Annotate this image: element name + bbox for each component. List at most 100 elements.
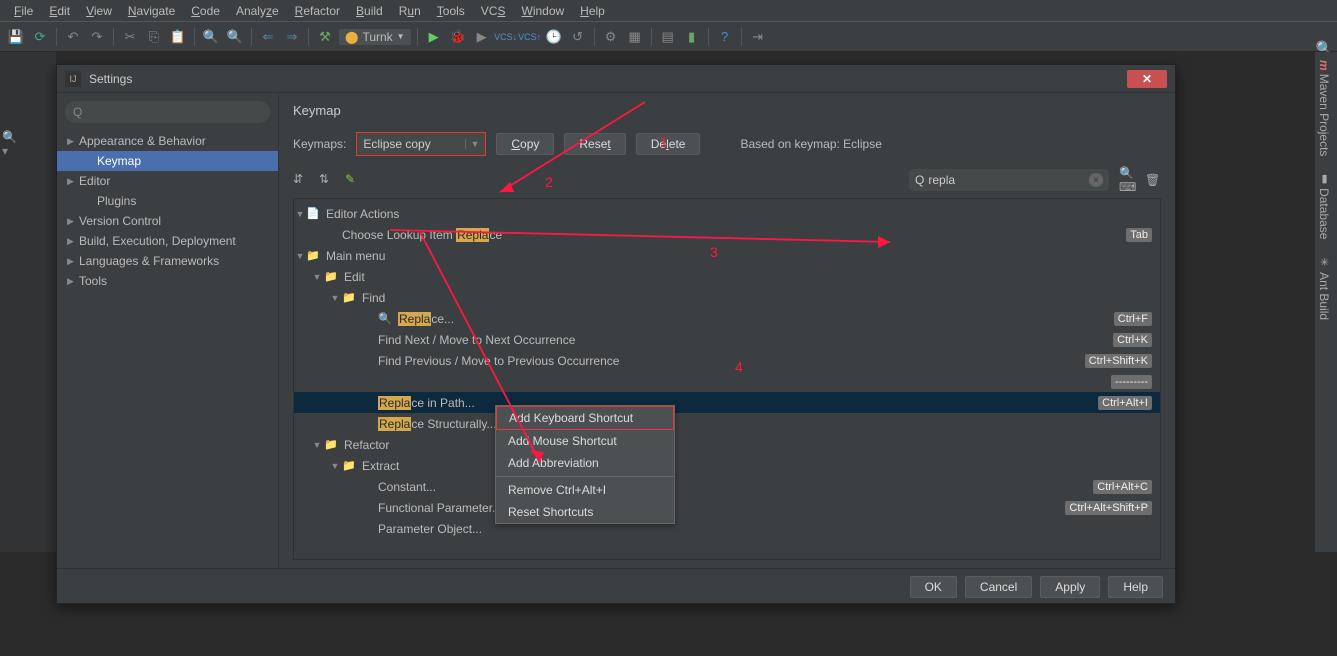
menu-edit[interactable]: Edit bbox=[41, 4, 78, 18]
tree-row[interactable]: Choose Lookup Item ReplaceTab bbox=[294, 224, 1160, 245]
update-icon[interactable]: VCS↓ bbox=[496, 27, 516, 47]
menu-navigate[interactable]: Navigate bbox=[120, 4, 183, 18]
sidebar-search[interactable]: Q bbox=[65, 101, 270, 123]
page-heading: Keymap bbox=[279, 93, 1175, 126]
menu-code[interactable]: Code bbox=[183, 4, 228, 18]
run-icon[interactable]: ▶ bbox=[424, 27, 444, 47]
based-on-label: Based on keymap: Eclipse bbox=[740, 137, 881, 151]
sidebar-item[interactable]: ▶Version Control bbox=[57, 211, 278, 231]
tree-row[interactable]: Find Previous / Move to Previous Occurre… bbox=[294, 350, 1160, 371]
collapse-icon[interactable]: ⇅ bbox=[319, 172, 335, 188]
menu-window[interactable]: Window bbox=[513, 4, 572, 18]
ctx-reset[interactable]: Reset Shortcuts bbox=[496, 501, 674, 523]
side-search-icon[interactable]: 🔍▾ bbox=[2, 130, 22, 150]
menu-help[interactable]: Help bbox=[572, 4, 613, 18]
tree-row[interactable]: Find Next / Move to Next OccurrenceCtrl+… bbox=[294, 329, 1160, 350]
delete-button[interactable]: Delete bbox=[636, 133, 701, 155]
copy-icon[interactable]: ⎘ bbox=[144, 27, 164, 47]
history-icon[interactable]: 🕒 bbox=[544, 27, 564, 47]
save-icon[interactable]: 💾 bbox=[6, 27, 26, 47]
run-config-selector[interactable]: ⬤Turnk▼ bbox=[339, 29, 411, 45]
tree-row[interactable]: ▼📄Editor Actions bbox=[294, 203, 1160, 224]
sdk-icon[interactable]: ▤ bbox=[658, 27, 678, 47]
tree-row[interactable]: ▼📁Main menu bbox=[294, 245, 1160, 266]
menu-file[interactable]: File bbox=[6, 4, 41, 18]
undo-icon[interactable]: ↶ bbox=[63, 27, 83, 47]
keymaps-value: Eclipse copy bbox=[363, 137, 430, 151]
paste-icon[interactable]: 📋 bbox=[168, 27, 188, 47]
sync-icon[interactable]: ⟳ bbox=[30, 27, 50, 47]
tab-database[interactable]: ▮ Database bbox=[1315, 164, 1333, 247]
dialog-titlebar: IJ Settings ✕ bbox=[57, 65, 1175, 93]
tree-row[interactable]: Replace in Path...Ctrl+Alt+I bbox=[294, 392, 1160, 413]
expand-icon[interactable]: ⇵ bbox=[293, 172, 309, 188]
tree-row[interactable]: --------- bbox=[294, 371, 1160, 392]
find-by-shortcut-icon[interactable]: 🔍⌨ bbox=[1119, 166, 1135, 194]
help-button[interactable]: Help bbox=[1108, 576, 1163, 598]
reset-button[interactable]: Reset bbox=[564, 133, 625, 155]
sidebar-item[interactable]: ▶Languages & Frameworks bbox=[57, 251, 278, 271]
apply-button[interactable]: Apply bbox=[1040, 576, 1100, 598]
find-icon[interactable]: 🔍 bbox=[201, 27, 221, 47]
menu-tools[interactable]: Tools bbox=[429, 4, 473, 18]
menu-analyze[interactable]: Analyze bbox=[228, 4, 287, 18]
sidebar-item[interactable]: ▶Appearance & Behavior bbox=[57, 131, 278, 151]
android-icon[interactable]: ▮ bbox=[682, 27, 702, 47]
structure-icon[interactable]: ▦ bbox=[625, 27, 645, 47]
action-search-input[interactable]: Q repla × bbox=[909, 169, 1109, 191]
edit-icon[interactable]: ✎ bbox=[345, 172, 361, 188]
right-tool-rail: m Maven Projects ▮ Database ✳ Ant Build bbox=[1315, 52, 1337, 552]
build-icon[interactable]: ⚒ bbox=[315, 27, 335, 47]
extra-icon[interactable]: ⇥ bbox=[748, 27, 768, 47]
search-icon: Q bbox=[915, 173, 924, 187]
keymaps-combo[interactable]: Eclipse copy ▼ bbox=[356, 132, 486, 156]
tree-row[interactable]: Replace Structurally... bbox=[294, 413, 1160, 434]
search-value: repla bbox=[928, 173, 955, 187]
ctx-add-keyboard[interactable]: Add Keyboard Shortcut bbox=[496, 406, 674, 430]
keymap-tree[interactable]: ▼📄Editor ActionsChoose Lookup Item Repla… bbox=[293, 198, 1161, 560]
menu-bar: File Edit View Navigate Code Analyze Ref… bbox=[0, 0, 1337, 22]
menu-build[interactable]: Build bbox=[348, 4, 391, 18]
sidebar-item[interactable]: ▶Build, Execution, Deployment bbox=[57, 231, 278, 251]
commit-icon[interactable]: VCS↑ bbox=[520, 27, 540, 47]
dialog-title: Settings bbox=[89, 72, 1127, 86]
app-icon: IJ bbox=[65, 71, 81, 87]
coverage-icon[interactable]: ▶ bbox=[472, 27, 492, 47]
settings-icon[interactable]: ⚙ bbox=[601, 27, 621, 47]
trash-icon[interactable]: 🗑 bbox=[1145, 173, 1161, 187]
menu-vcs[interactable]: VCS bbox=[473, 4, 514, 18]
help-icon[interactable]: ? bbox=[715, 27, 735, 47]
tree-row[interactable]: ▼📁Edit bbox=[294, 266, 1160, 287]
tab-ant[interactable]: ✳ Ant Build bbox=[1315, 248, 1333, 328]
revert-icon[interactable]: ↺ bbox=[568, 27, 588, 47]
sidebar-item[interactable]: Keymap bbox=[57, 151, 278, 171]
clear-icon[interactable]: × bbox=[1089, 173, 1103, 187]
cancel-button[interactable]: Cancel bbox=[965, 576, 1032, 598]
cut-icon[interactable]: ✂ bbox=[120, 27, 140, 47]
ok-button[interactable]: OK bbox=[910, 576, 957, 598]
tree-row[interactable]: ▼📁Find bbox=[294, 287, 1160, 308]
debug-icon[interactable]: 🐞 bbox=[448, 27, 468, 47]
close-button[interactable]: ✕ bbox=[1127, 70, 1167, 88]
tree-row[interactable]: ▼📁Refactor bbox=[294, 434, 1160, 455]
tree-row[interactable]: Constant...Ctrl+Alt+C bbox=[294, 476, 1160, 497]
menu-run[interactable]: Run bbox=[391, 4, 429, 18]
back-icon[interactable]: ⇐ bbox=[258, 27, 278, 47]
menu-view[interactable]: View bbox=[78, 4, 120, 18]
ctx-add-abbrev[interactable]: Add Abbreviation bbox=[496, 452, 674, 474]
tab-maven[interactable]: m Maven Projects bbox=[1315, 52, 1333, 164]
tree-row[interactable]: Functional Parameter...Ctrl+Alt+Shift+P bbox=[294, 497, 1160, 518]
sidebar-item[interactable]: Plugins bbox=[57, 191, 278, 211]
ctx-add-mouse[interactable]: Add Mouse Shortcut bbox=[496, 430, 674, 452]
sidebar-item[interactable]: ▶Tools bbox=[57, 271, 278, 291]
tree-row[interactable]: 🔍Replace...Ctrl+F bbox=[294, 308, 1160, 329]
tree-row[interactable]: Parameter Object... bbox=[294, 518, 1160, 539]
redo-icon[interactable]: ↷ bbox=[87, 27, 107, 47]
copy-button[interactable]: Copy bbox=[496, 133, 554, 155]
forward-icon[interactable]: ⇒ bbox=[282, 27, 302, 47]
replace-icon[interactable]: 🔍 bbox=[225, 27, 245, 47]
ctx-remove[interactable]: Remove Ctrl+Alt+I bbox=[496, 479, 674, 501]
menu-refactor[interactable]: Refactor bbox=[287, 4, 348, 18]
sidebar-item[interactable]: ▶Editor bbox=[57, 171, 278, 191]
tree-row[interactable]: ▼📁Extract bbox=[294, 455, 1160, 476]
